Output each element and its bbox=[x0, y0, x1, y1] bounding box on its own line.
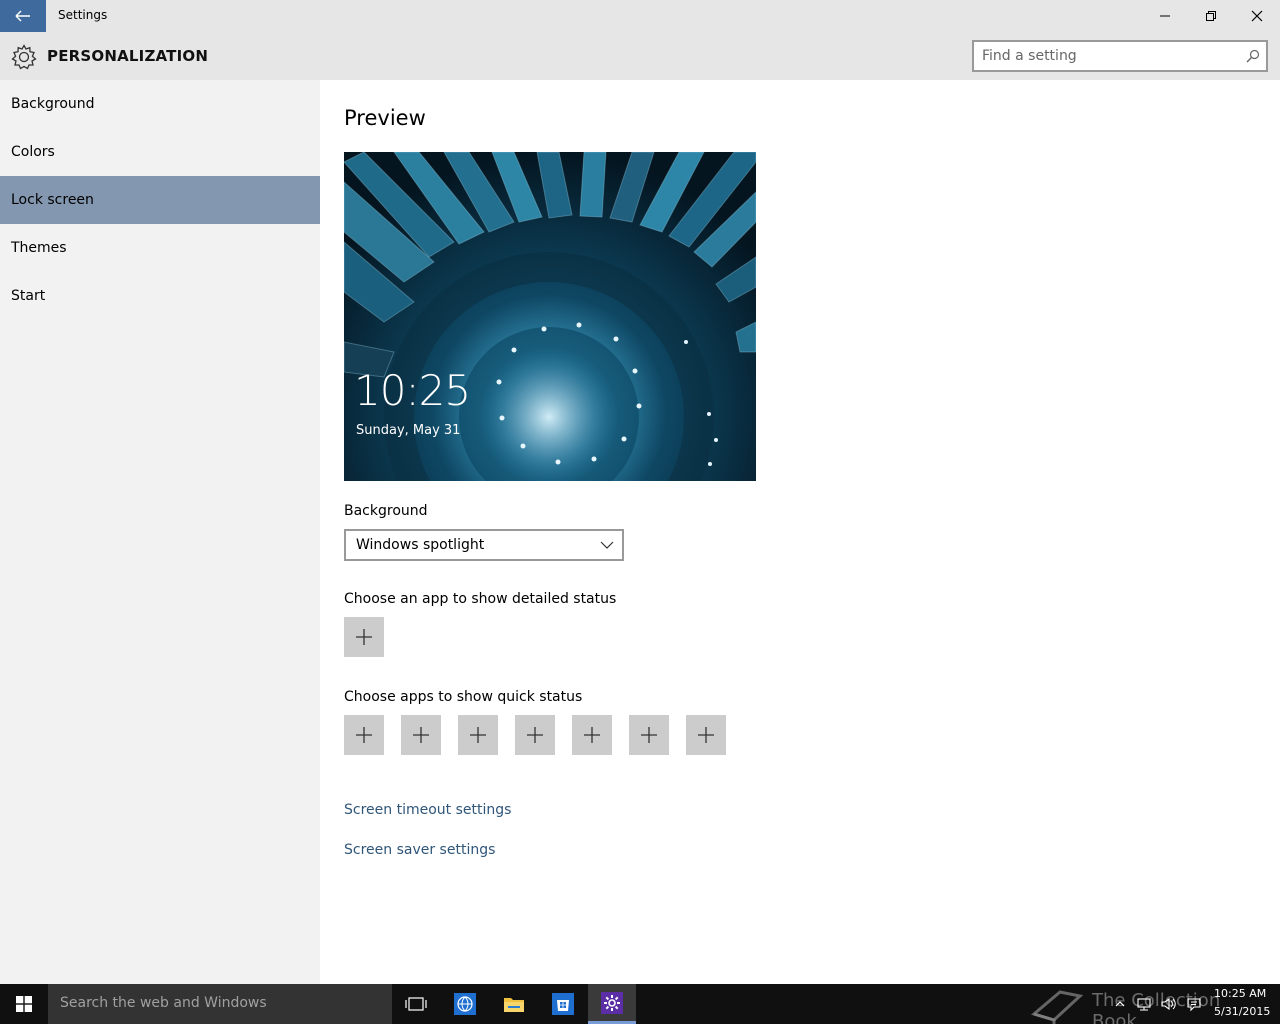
restore-button[interactable] bbox=[1188, 0, 1234, 32]
store-taskbar-button[interactable] bbox=[539, 984, 587, 1024]
plus-icon bbox=[698, 727, 714, 743]
quick-status-add-button-6[interactable] bbox=[629, 715, 669, 755]
background-dropdown-value: Windows spotlight bbox=[356, 537, 485, 553]
back-button[interactable] bbox=[0, 0, 46, 32]
search-icon[interactable] bbox=[1246, 49, 1260, 63]
taskbar-clock-date[interactable]: 5/31/2015 bbox=[1214, 1005, 1270, 1018]
sidebar: Background Colors Lock screen Themes Sta… bbox=[0, 80, 320, 984]
close-button[interactable] bbox=[1234, 0, 1280, 32]
task-view-icon bbox=[405, 997, 427, 1011]
chevron-down-icon bbox=[600, 541, 614, 549]
preview-heading: Preview bbox=[344, 106, 426, 130]
title-bar: Settings bbox=[0, 0, 1280, 32]
folder-icon bbox=[504, 998, 524, 1012]
sidebar-item-label: Colors bbox=[11, 144, 55, 160]
sidebar-item-label: Lock screen bbox=[11, 192, 94, 208]
search-input[interactable] bbox=[982, 47, 1232, 65]
minimize-icon bbox=[1160, 15, 1170, 17]
quick-status-add-button-7[interactable] bbox=[686, 715, 726, 755]
sidebar-item-themes[interactable]: Themes bbox=[0, 224, 320, 272]
quick-status-add-button-1[interactable] bbox=[344, 715, 384, 755]
background-label: Background bbox=[344, 503, 428, 519]
search-box[interactable] bbox=[972, 40, 1268, 72]
sidebar-item-label: Start bbox=[11, 288, 46, 304]
gear-icon bbox=[601, 991, 623, 1014]
sidebar-item-label: Themes bbox=[11, 240, 67, 256]
preview-date: Sunday, May 31 bbox=[356, 423, 461, 438]
taskbar-clock-time[interactable]: 10:25 AM bbox=[1214, 987, 1266, 1000]
store-icon bbox=[552, 993, 574, 1015]
settings-header: PERSONALIZATION bbox=[0, 32, 1280, 80]
sidebar-item-lock-screen[interactable]: Lock screen bbox=[0, 176, 320, 224]
restore-icon bbox=[1206, 11, 1216, 21]
settings-taskbar-button[interactable] bbox=[588, 984, 636, 1024]
chevron-up-icon[interactable] bbox=[1112, 996, 1128, 1012]
window-title: Settings bbox=[58, 8, 108, 22]
gear-icon bbox=[11, 44, 37, 70]
plus-icon bbox=[413, 727, 429, 743]
browser-taskbar-button[interactable] bbox=[441, 984, 489, 1024]
windows-logo-icon bbox=[16, 996, 32, 1012]
main-content: Preview 10:25 Sunday, May 31 Background … bbox=[320, 80, 1280, 984]
detailed-status-add-button[interactable] bbox=[344, 617, 384, 657]
volume-icon[interactable] bbox=[1160, 996, 1176, 1012]
plus-icon bbox=[641, 727, 657, 743]
close-icon bbox=[1251, 10, 1263, 22]
book-logo-icon bbox=[1030, 990, 1084, 1024]
file-explorer-taskbar-button[interactable] bbox=[490, 984, 538, 1024]
screen-timeout-settings-link[interactable]: Screen timeout settings bbox=[344, 802, 511, 818]
quick-status-add-button-3[interactable] bbox=[458, 715, 498, 755]
preview-clock: 10:25 bbox=[354, 366, 471, 415]
background-dropdown[interactable]: Windows spotlight bbox=[344, 529, 624, 561]
sidebar-item-label: Background bbox=[11, 96, 95, 112]
detailed-status-label: Choose an app to show detailed status bbox=[344, 591, 617, 607]
taskbar-search-box[interactable]: Search the web and Windows bbox=[48, 984, 392, 1024]
lock-screen-preview: 10:25 Sunday, May 31 bbox=[344, 152, 756, 481]
network-icon[interactable] bbox=[1136, 996, 1152, 1012]
plus-icon bbox=[527, 727, 543, 743]
quick-status-label: Choose apps to show quick status bbox=[344, 689, 583, 705]
plus-icon bbox=[470, 727, 486, 743]
sidebar-item-start[interactable]: Start bbox=[0, 272, 320, 320]
globe-icon bbox=[454, 993, 476, 1015]
arrow-left-icon bbox=[15, 10, 30, 22]
quick-status-add-button-2[interactable] bbox=[401, 715, 441, 755]
plus-icon bbox=[356, 727, 372, 743]
start-button[interactable] bbox=[0, 984, 48, 1024]
task-view-button[interactable] bbox=[392, 984, 440, 1024]
quick-status-add-button-4[interactable] bbox=[515, 715, 555, 755]
plus-icon bbox=[584, 727, 600, 743]
notifications-icon[interactable] bbox=[1186, 996, 1202, 1012]
quick-status-add-button-5[interactable] bbox=[572, 715, 612, 755]
taskbar-search-text: Search the web and Windows bbox=[60, 995, 267, 1011]
sidebar-item-background[interactable]: Background bbox=[0, 80, 320, 128]
sidebar-item-colors[interactable]: Colors bbox=[0, 128, 320, 176]
screen-saver-settings-link[interactable]: Screen saver settings bbox=[344, 842, 495, 858]
page-title: PERSONALIZATION bbox=[47, 47, 209, 65]
taskbar: Search the web and Windows The Collectio… bbox=[0, 984, 1280, 1024]
plus-icon bbox=[356, 629, 372, 645]
minimize-button[interactable] bbox=[1142, 0, 1188, 32]
